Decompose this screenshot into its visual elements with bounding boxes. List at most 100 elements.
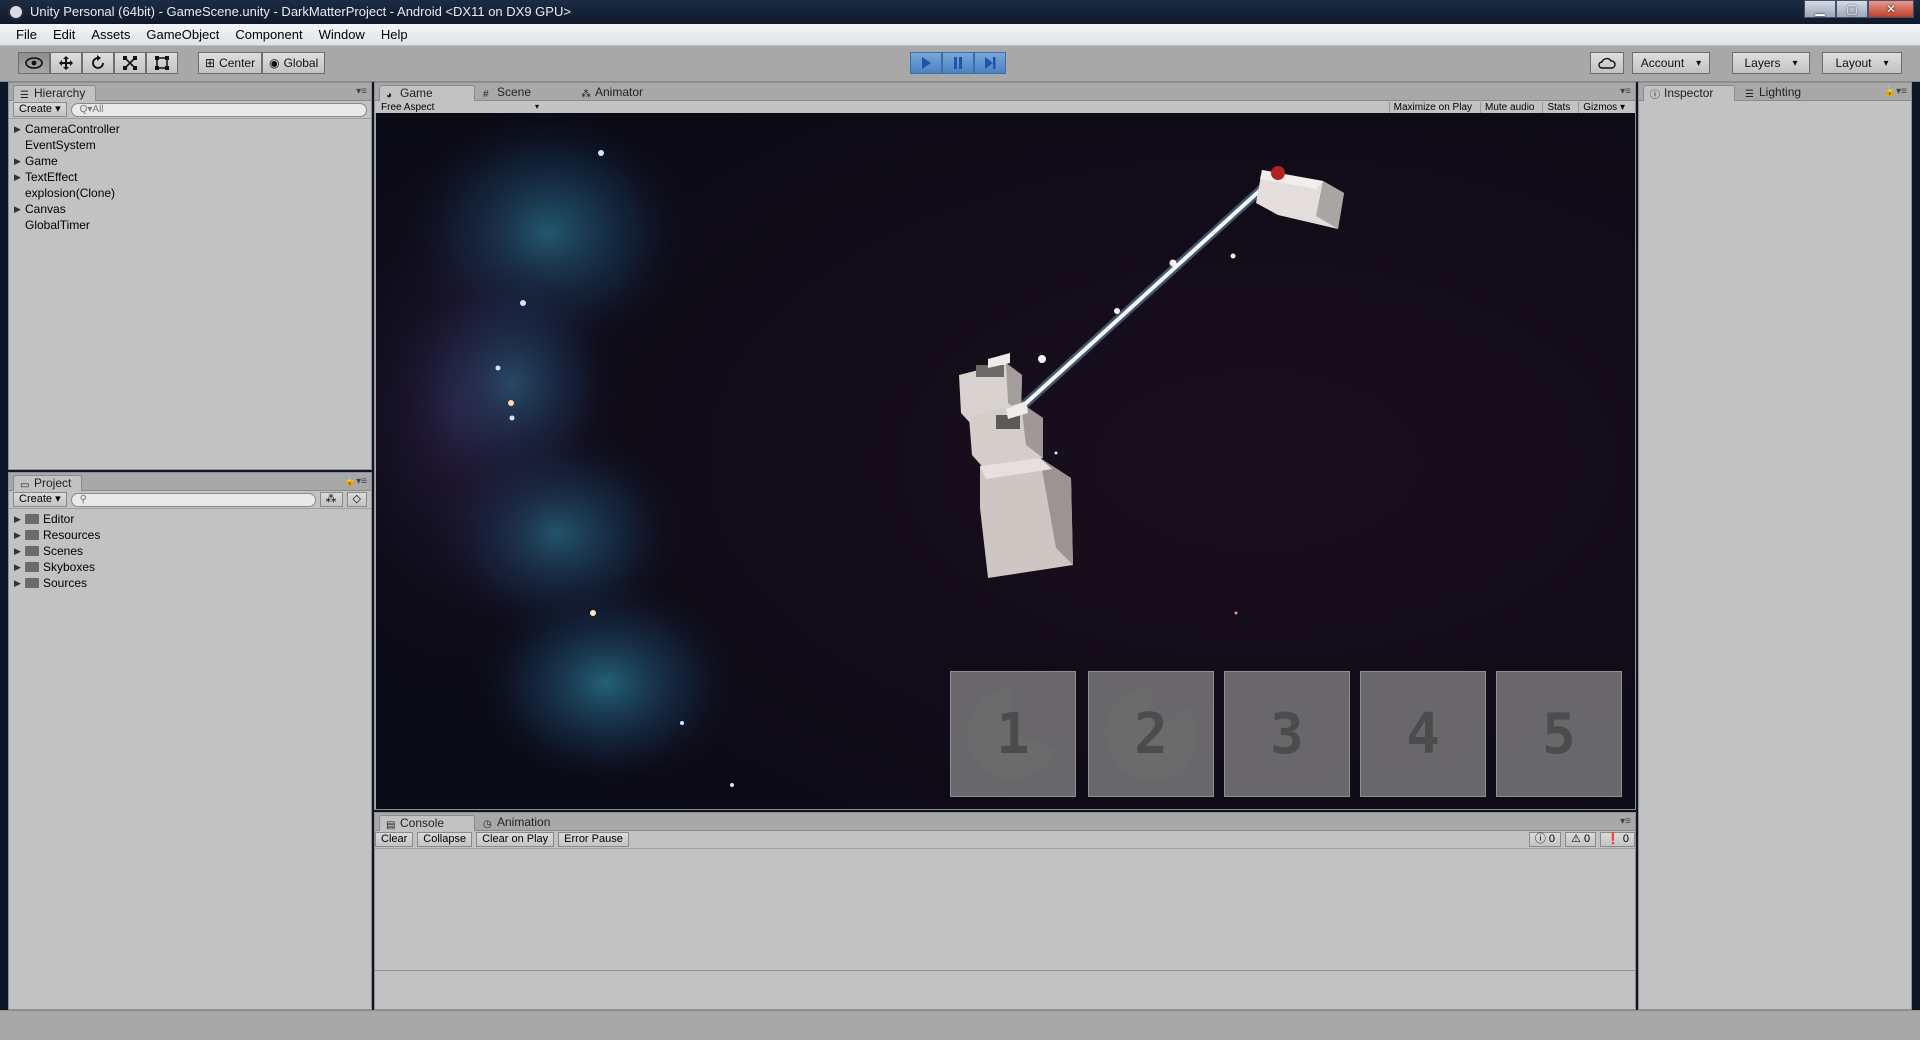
step-button[interactable] bbox=[974, 52, 1006, 74]
expand-arrow-icon[interactable]: ▶ bbox=[14, 201, 21, 217]
project-search-input[interactable]: ⚲ bbox=[70, 492, 316, 507]
transform-tools bbox=[18, 52, 178, 74]
hierarchy-search-input[interactable]: Q▾All bbox=[70, 102, 367, 117]
tab-inspector[interactable]: ⓘ Inspector bbox=[1643, 85, 1735, 101]
playback-controls bbox=[910, 52, 1006, 74]
ability-slot-5[interactable]: 5 bbox=[1496, 671, 1622, 797]
info-icon: ⓘ bbox=[1650, 90, 1660, 101]
maximize-button[interactable]: ▢ bbox=[1836, 0, 1868, 18]
slot-number: 1 bbox=[996, 701, 1030, 767]
play-button[interactable] bbox=[910, 52, 942, 74]
pivot-global-button[interactable]: ◉ Global bbox=[262, 52, 326, 74]
hierarchy-item[interactable]: EventSystem bbox=[9, 137, 371, 153]
project-folder[interactable]: ▶ Resources bbox=[9, 527, 371, 543]
ability-slot-4[interactable]: 4 bbox=[1360, 671, 1486, 797]
warning-count: 0 bbox=[1583, 833, 1591, 845]
tab-animation-label: Animation bbox=[497, 815, 551, 829]
expand-arrow-icon[interactable]: ▶ bbox=[14, 169, 21, 185]
project-folder[interactable]: ▶ Scenes bbox=[9, 543, 371, 559]
rect-tool-button[interactable] bbox=[146, 52, 178, 74]
grid-icon: # bbox=[483, 89, 489, 100]
lock-menu-icon[interactable]: 🔒▾≡ bbox=[344, 476, 367, 487]
mute-audio-toggle[interactable]: Mute audio bbox=[1480, 101, 1538, 113]
scale-tool-button[interactable] bbox=[114, 52, 146, 74]
hierarchy-item[interactable]: ▶ Canvas bbox=[9, 201, 371, 217]
hierarchy-item[interactable]: ▶ Game bbox=[9, 153, 371, 169]
pause-button[interactable] bbox=[942, 52, 974, 74]
move-tool-button[interactable] bbox=[50, 52, 82, 74]
project-folder[interactable]: ▶ Editor bbox=[9, 511, 371, 527]
aspect-dropdown[interactable]: Free Aspect ▾ bbox=[381, 102, 539, 113]
maximize-on-play-toggle[interactable]: Maximize on Play bbox=[1388, 101, 1476, 113]
folder-icon bbox=[25, 546, 39, 556]
minimize-button[interactable]: ▁ bbox=[1804, 0, 1836, 18]
hierarchy-create-label: Create bbox=[19, 103, 53, 115]
menu-edit[interactable]: Edit bbox=[45, 27, 83, 42]
tab-game[interactable]: ◕ Game bbox=[379, 85, 475, 101]
hierarchy-item[interactable]: explosion(Clone) bbox=[9, 185, 371, 201]
unity-editor-window: Unity Personal (64bit) - GameScene.unity… bbox=[0, 0, 1920, 1040]
expand-arrow-icon[interactable]: ▶ bbox=[14, 575, 21, 591]
error-filter-toggle[interactable]: ❗ 0 bbox=[1600, 832, 1635, 847]
expand-arrow-icon[interactable]: ▶ bbox=[14, 559, 21, 575]
menu-gameobject[interactable]: GameObject bbox=[138, 27, 227, 42]
info-filter-toggle[interactable]: ⓘ 0 bbox=[1528, 832, 1562, 847]
menu-help[interactable]: Help bbox=[373, 27, 416, 42]
account-dropdown[interactable]: Account bbox=[1632, 52, 1710, 74]
menu-assets[interactable]: Assets bbox=[83, 27, 138, 42]
ability-slot-2[interactable]: 2 bbox=[1088, 671, 1214, 797]
expand-arrow-icon[interactable]: ▶ bbox=[14, 121, 21, 137]
stats-toggle[interactable]: Stats bbox=[1542, 101, 1574, 113]
tab-animation[interactable]: ◷ Animation bbox=[477, 815, 560, 831]
project-folder[interactable]: ▶ Skyboxes bbox=[9, 559, 371, 575]
expand-arrow-icon[interactable]: ▶ bbox=[14, 511, 21, 527]
view-tool-button[interactable] bbox=[18, 52, 50, 74]
expand-arrow-icon[interactable]: ▶ bbox=[14, 527, 21, 543]
ability-slot-1[interactable]: 1 bbox=[950, 671, 1076, 797]
menu-component[interactable]: Component bbox=[227, 27, 310, 42]
filter-label-button[interactable]: ◇ bbox=[346, 492, 367, 507]
menu-window[interactable]: Window bbox=[311, 27, 373, 42]
collapse-button[interactable]: Collapse bbox=[417, 832, 473, 847]
panel-menu-icon[interactable]: ▾≡ bbox=[356, 86, 367, 97]
project-folder[interactable]: ▶ Sources bbox=[9, 575, 371, 591]
status-bar bbox=[0, 1010, 1920, 1040]
panel-menu-icon[interactable]: ▾≡ bbox=[1620, 816, 1631, 827]
panel-menu-icon[interactable]: ▾≡ bbox=[1620, 86, 1631, 97]
main-toolbar: ⊞ Center ◉ Global Account ▾ Layers ▾ Lay… bbox=[0, 46, 1920, 82]
gizmos-dropdown[interactable]: Gizmos ▾ bbox=[1578, 101, 1629, 113]
layout-dropdown[interactable]: Layout bbox=[1822, 52, 1902, 74]
hierarchy-item[interactable]: ▶ TextEffect bbox=[9, 169, 371, 185]
layers-dropdown[interactable]: Layers bbox=[1732, 52, 1810, 74]
clear-on-play-button[interactable]: Clear on Play bbox=[476, 832, 555, 847]
tab-console[interactable]: ▤ Console bbox=[379, 815, 475, 831]
console-detail-area[interactable] bbox=[375, 970, 1635, 1009]
hierarchy-item[interactable]: GlobalTimer bbox=[9, 217, 371, 233]
clear-button[interactable]: Clear bbox=[375, 832, 414, 847]
pivot-center-button[interactable]: ⊞ Center bbox=[198, 52, 263, 74]
cloud-button[interactable] bbox=[1590, 52, 1624, 74]
hierarchy-item[interactable]: ▶ CameraController bbox=[9, 121, 371, 137]
tab-scene-label: Scene bbox=[497, 85, 532, 99]
menu-file[interactable]: File bbox=[8, 27, 45, 42]
project-folder-label: Skyboxes bbox=[43, 560, 96, 574]
tab-scene[interactable]: # Scene bbox=[477, 85, 541, 101]
hierarchy-create-button[interactable]: Create ▾ bbox=[13, 102, 67, 117]
ability-slot-3[interactable]: 3 bbox=[1224, 671, 1350, 797]
tab-animator[interactable]: ⁂ Animator bbox=[575, 85, 653, 101]
tab-lighting[interactable]: ☰ Lighting bbox=[1739, 85, 1811, 101]
error-pause-button[interactable]: Error Pause bbox=[558, 832, 629, 847]
expand-arrow-icon[interactable]: ▶ bbox=[14, 543, 21, 559]
rotate-tool-button[interactable] bbox=[82, 52, 114, 74]
tab-project[interactable]: ▭ Project bbox=[13, 475, 83, 491]
console-log-list[interactable] bbox=[375, 850, 1635, 970]
warning-filter-toggle[interactable]: ⚠ 0 bbox=[1565, 832, 1597, 847]
tab-inspector-label: Inspector bbox=[1664, 86, 1714, 100]
expand-arrow-icon[interactable]: ▶ bbox=[14, 153, 21, 169]
project-create-button[interactable]: Create ▾ bbox=[13, 492, 67, 507]
lock-menu-icon[interactable]: 🔒▾≡ bbox=[1884, 86, 1907, 97]
filter-type-button[interactable]: ⁂ bbox=[319, 492, 343, 507]
game-viewport[interactable]: 1 2 3 4 5 bbox=[376, 113, 1635, 809]
close-button[interactable]: ✕ bbox=[1868, 0, 1914, 18]
tab-hierarchy[interactable]: ☰ Hierarchy bbox=[13, 85, 97, 101]
